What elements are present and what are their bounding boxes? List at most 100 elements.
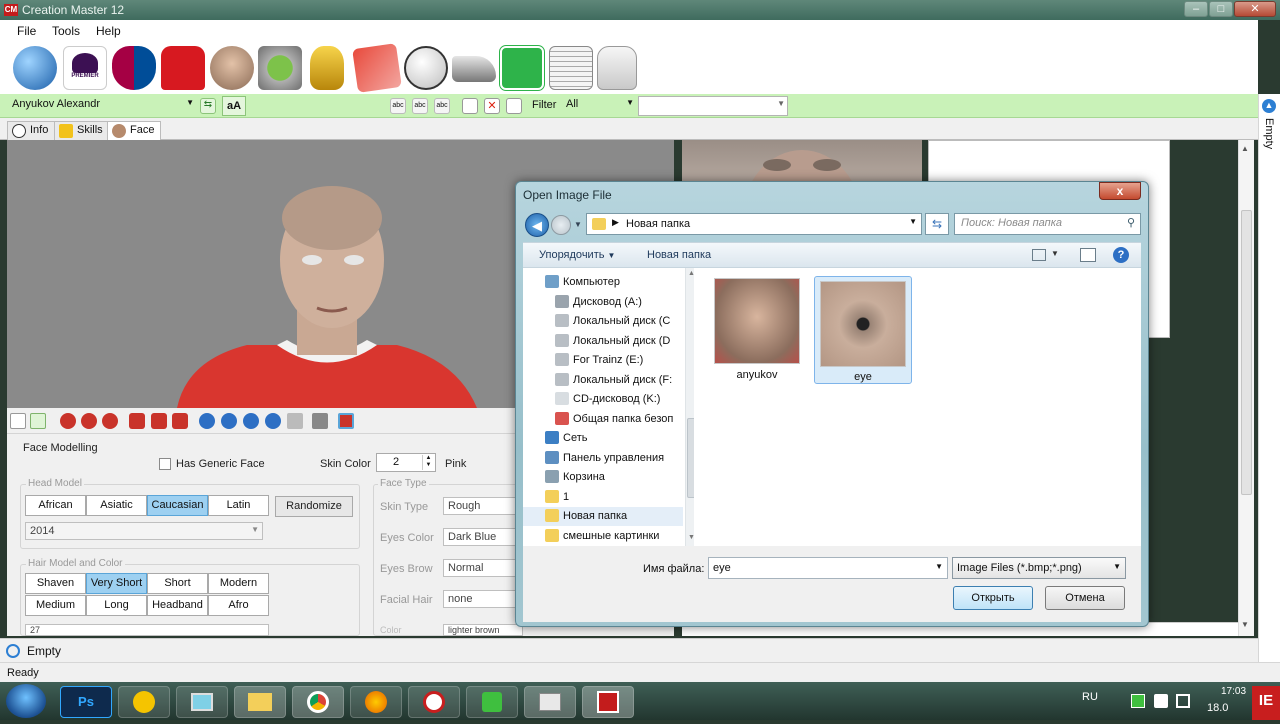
hair-long-button[interactable]: Long xyxy=(86,595,147,616)
glove-icon[interactable] xyxy=(597,46,637,90)
rotate-down-icon[interactable] xyxy=(265,413,281,429)
organize-button[interactable]: Упорядочить ▼ xyxy=(539,249,615,261)
help-icon[interactable]: ? xyxy=(1113,247,1129,263)
menu-help[interactable]: Help xyxy=(96,24,121,38)
nav-item[interactable]: Общая папка безоп xyxy=(523,410,683,429)
cancel-button[interactable]: Отмена xyxy=(1045,586,1125,610)
show-desktop-button[interactable]: IE xyxy=(1252,686,1280,720)
clock-date[interactable]: 18.0 xyxy=(1207,702,1228,714)
rotate-left-icon[interactable] xyxy=(199,413,215,429)
creation-master-icon[interactable] xyxy=(582,686,634,718)
sort-az-icon[interactable]: abc xyxy=(390,98,406,114)
globe-icon[interactable] xyxy=(13,46,57,90)
nav-item[interactable]: Компьютер xyxy=(523,273,683,292)
chevron-down-icon[interactable]: ▼ xyxy=(935,562,943,571)
photoshop-icon[interactable]: Ps xyxy=(60,686,112,718)
swap-icon[interactable] xyxy=(30,413,46,429)
norton-icon[interactable] xyxy=(118,686,170,718)
nav-item[interactable]: Дисковод (A:) xyxy=(523,293,683,312)
tab-face[interactable]: Face xyxy=(107,121,162,141)
delete-icon[interactable]: ✕ xyxy=(484,98,500,114)
shirt-icon[interactable] xyxy=(161,46,205,90)
scroll-thumb[interactable] xyxy=(1241,210,1252,495)
stadium-icon[interactable] xyxy=(258,46,302,90)
shirt-front-icon[interactable] xyxy=(129,413,145,429)
head-right-icon[interactable] xyxy=(102,413,118,429)
language-indicator[interactable]: RU xyxy=(1082,691,1098,703)
forward-button[interactable] xyxy=(551,215,571,235)
scroll-up-icon[interactable]: ▲ xyxy=(1241,144,1249,153)
open-button[interactable]: Открыть xyxy=(953,586,1033,610)
menu-file[interactable]: File xyxy=(17,24,36,38)
new-folder-button[interactable]: Новая папка xyxy=(647,249,711,261)
camera-icon[interactable] xyxy=(312,413,328,429)
head-year-select[interactable]: 2014 ▼ xyxy=(25,522,263,540)
scroll-down-icon[interactable]: ▼ xyxy=(1241,620,1249,629)
minimize-button[interactable]: – xyxy=(1184,1,1208,17)
world-cup-icon[interactable] xyxy=(310,46,344,90)
hair-value-select[interactable]: 27 xyxy=(25,624,269,636)
hair-very-short-button[interactable]: Very Short xyxy=(86,573,147,594)
premier-league-icon[interactable]: PREMIER xyxy=(63,46,107,90)
main-scrollbar[interactable]: ▲ ▼ xyxy=(1238,140,1254,636)
nav-item[interactable]: For Trainz (E:) xyxy=(523,351,683,370)
nav-item[interactable]: смешные картинки xyxy=(523,527,683,546)
chevron-down-icon[interactable]: ▼ xyxy=(909,217,917,226)
chrome-icon[interactable] xyxy=(292,686,344,718)
pitch-icon[interactable] xyxy=(499,45,545,91)
nav-item[interactable]: Локальный диск (D xyxy=(523,332,683,351)
computer-icon[interactable] xyxy=(176,686,228,718)
sort-za-icon[interactable]: abc xyxy=(412,98,428,114)
preview-pane-icon[interactable] xyxy=(1080,248,1096,262)
generic-face-checkbox[interactable] xyxy=(159,458,171,470)
tab-info[interactable]: Info xyxy=(7,121,56,140)
cards-icon[interactable] xyxy=(352,43,402,93)
refresh-circle-icon[interactable] xyxy=(6,644,20,658)
facial-hair-select[interactable]: none xyxy=(443,590,523,608)
menu-tools[interactable]: Tools xyxy=(52,24,80,38)
pin-icon[interactable]: ▲ xyxy=(1262,99,1276,113)
hair-afro-button[interactable]: Afro xyxy=(208,595,269,616)
head-left-icon[interactable] xyxy=(81,413,97,429)
skin-color-stepper[interactable]: 2 ▲ ▼ xyxy=(376,453,436,472)
clock-time[interactable]: 17:03 xyxy=(1221,686,1246,697)
rotate-up-icon[interactable] xyxy=(243,413,259,429)
clock-app-icon[interactable] xyxy=(408,686,460,718)
firefox-icon[interactable] xyxy=(350,686,402,718)
nav-item[interactable]: Сеть xyxy=(523,429,683,448)
hair-medium-button[interactable]: Medium xyxy=(25,595,86,616)
eyes-color-select[interactable]: Dark Blue xyxy=(443,528,523,546)
chevron-down-icon[interactable]: ▼ xyxy=(1051,249,1059,258)
tray-app-icon[interactable] xyxy=(1131,694,1145,708)
skin-type-select[interactable]: Rough xyxy=(443,497,523,515)
dialog-close-button[interactable]: x xyxy=(1099,182,1141,200)
trainz-icon[interactable] xyxy=(466,686,518,718)
fc-barcelona-icon[interactable] xyxy=(112,46,156,90)
nav-item[interactable]: CD-дисковод (K:) xyxy=(523,390,683,409)
nav-item[interactable]: Панель управления xyxy=(523,449,683,468)
rotate-right-icon[interactable] xyxy=(221,413,237,429)
swap-icon[interactable]: ⇆ xyxy=(200,98,216,114)
filetype-select[interactable]: Image Files (*.bmp;*.png) ▼ xyxy=(952,557,1126,579)
head-african-button[interactable]: African xyxy=(25,495,86,516)
shirt-side-icon[interactable] xyxy=(151,413,167,429)
face-toggle-icon[interactable] xyxy=(338,413,354,429)
shirt-back-icon[interactable] xyxy=(172,413,188,429)
save-icon[interactable] xyxy=(287,413,303,429)
explorer-icon[interactable] xyxy=(234,686,286,718)
newspaper-icon[interactable] xyxy=(549,46,593,90)
hair-modern-button[interactable]: Modern xyxy=(208,573,269,594)
eyes-brow-select[interactable]: Normal xyxy=(443,559,523,577)
nav-item[interactable]: Локальный диск (C xyxy=(523,312,683,331)
player-select[interactable]: Anyukov Alexandr ▼ xyxy=(8,96,196,116)
back-button[interactable]: ◀ xyxy=(525,213,549,237)
boot-icon[interactable] xyxy=(452,56,496,82)
file-item-anyukov[interactable]: anyukov xyxy=(714,278,800,381)
head-asiatic-button[interactable]: Asiatic xyxy=(86,495,147,516)
view-icon[interactable] xyxy=(1032,249,1046,261)
filter-select[interactable]: All ▼ xyxy=(562,96,636,116)
player-icon[interactable] xyxy=(210,46,254,90)
file-item-eye[interactable]: eye xyxy=(814,276,912,384)
nav-item[interactable]: Локальный диск (F: xyxy=(523,371,683,390)
new-icon[interactable] xyxy=(462,98,478,114)
